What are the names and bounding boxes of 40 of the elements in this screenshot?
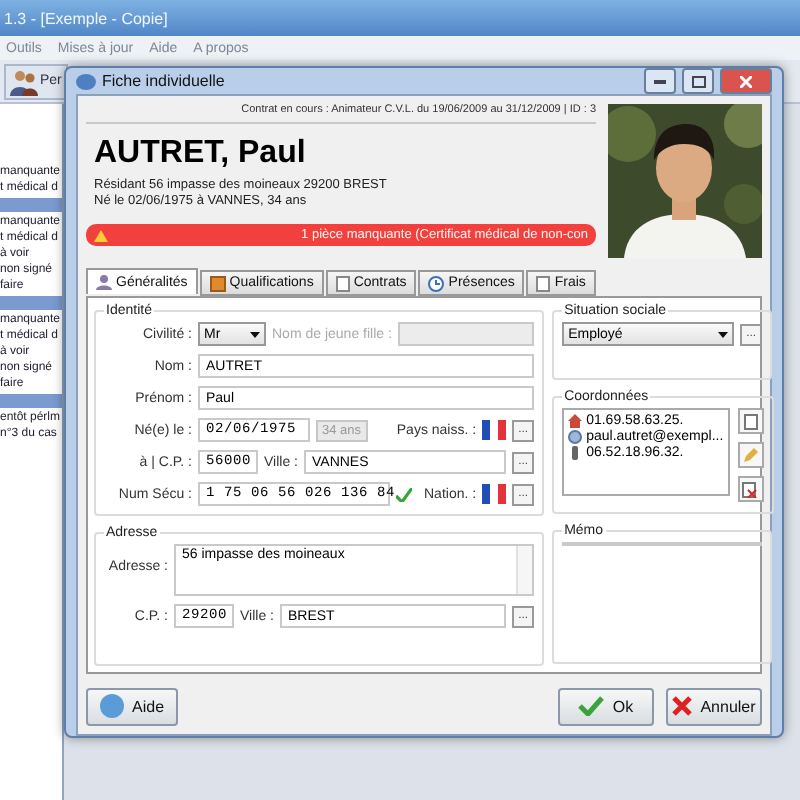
document-icon [743, 413, 758, 429]
app-title: 1.3 - [Exemple - Copie] [4, 9, 168, 27]
person-name: AUTRET, Paul [94, 136, 308, 172]
person-icon [96, 274, 112, 290]
document-icon [335, 275, 350, 291]
people-icon [10, 67, 38, 95]
app-icon [76, 73, 96, 89]
sidebar-header [0, 394, 62, 408]
maximize-button[interactable] [682, 68, 714, 94]
pencil-icon [742, 447, 759, 463]
delete-icon [742, 481, 759, 497]
maximize-icon [691, 75, 705, 87]
cross-icon [672, 696, 693, 716]
ok-button[interactable]: Ok [558, 687, 654, 725]
flag-icon [482, 484, 507, 504]
caret-icon [250, 331, 260, 337]
delete-button[interactable] [737, 476, 764, 502]
minimize-icon [654, 79, 666, 83]
document-icon [536, 275, 551, 291]
new-button[interactable] [737, 408, 764, 434]
help-button[interactable]: Aide [86, 687, 178, 725]
help-icon [100, 694, 124, 718]
minimize-button[interactable] [644, 68, 676, 94]
warning-icon [94, 229, 108, 241]
close-button[interactable] [720, 68, 772, 94]
clock-icon [428, 275, 445, 291]
close-icon [740, 75, 752, 87]
flag-icon [482, 420, 507, 440]
sidebar-header [0, 296, 62, 310]
edit-button[interactable] [737, 442, 764, 468]
sidebar-header [0, 198, 62, 212]
book-icon [209, 275, 226, 291]
check-icon [578, 696, 605, 716]
input-field[interactable] [397, 322, 535, 346]
caret-icon [718, 331, 729, 337]
cancel-button[interactable]: Annuler [666, 687, 762, 725]
house-icon [568, 414, 583, 428]
dialog-title: Fiche individuelle [102, 72, 227, 90]
globe-icon [568, 430, 583, 444]
phone-icon [568, 446, 583, 460]
